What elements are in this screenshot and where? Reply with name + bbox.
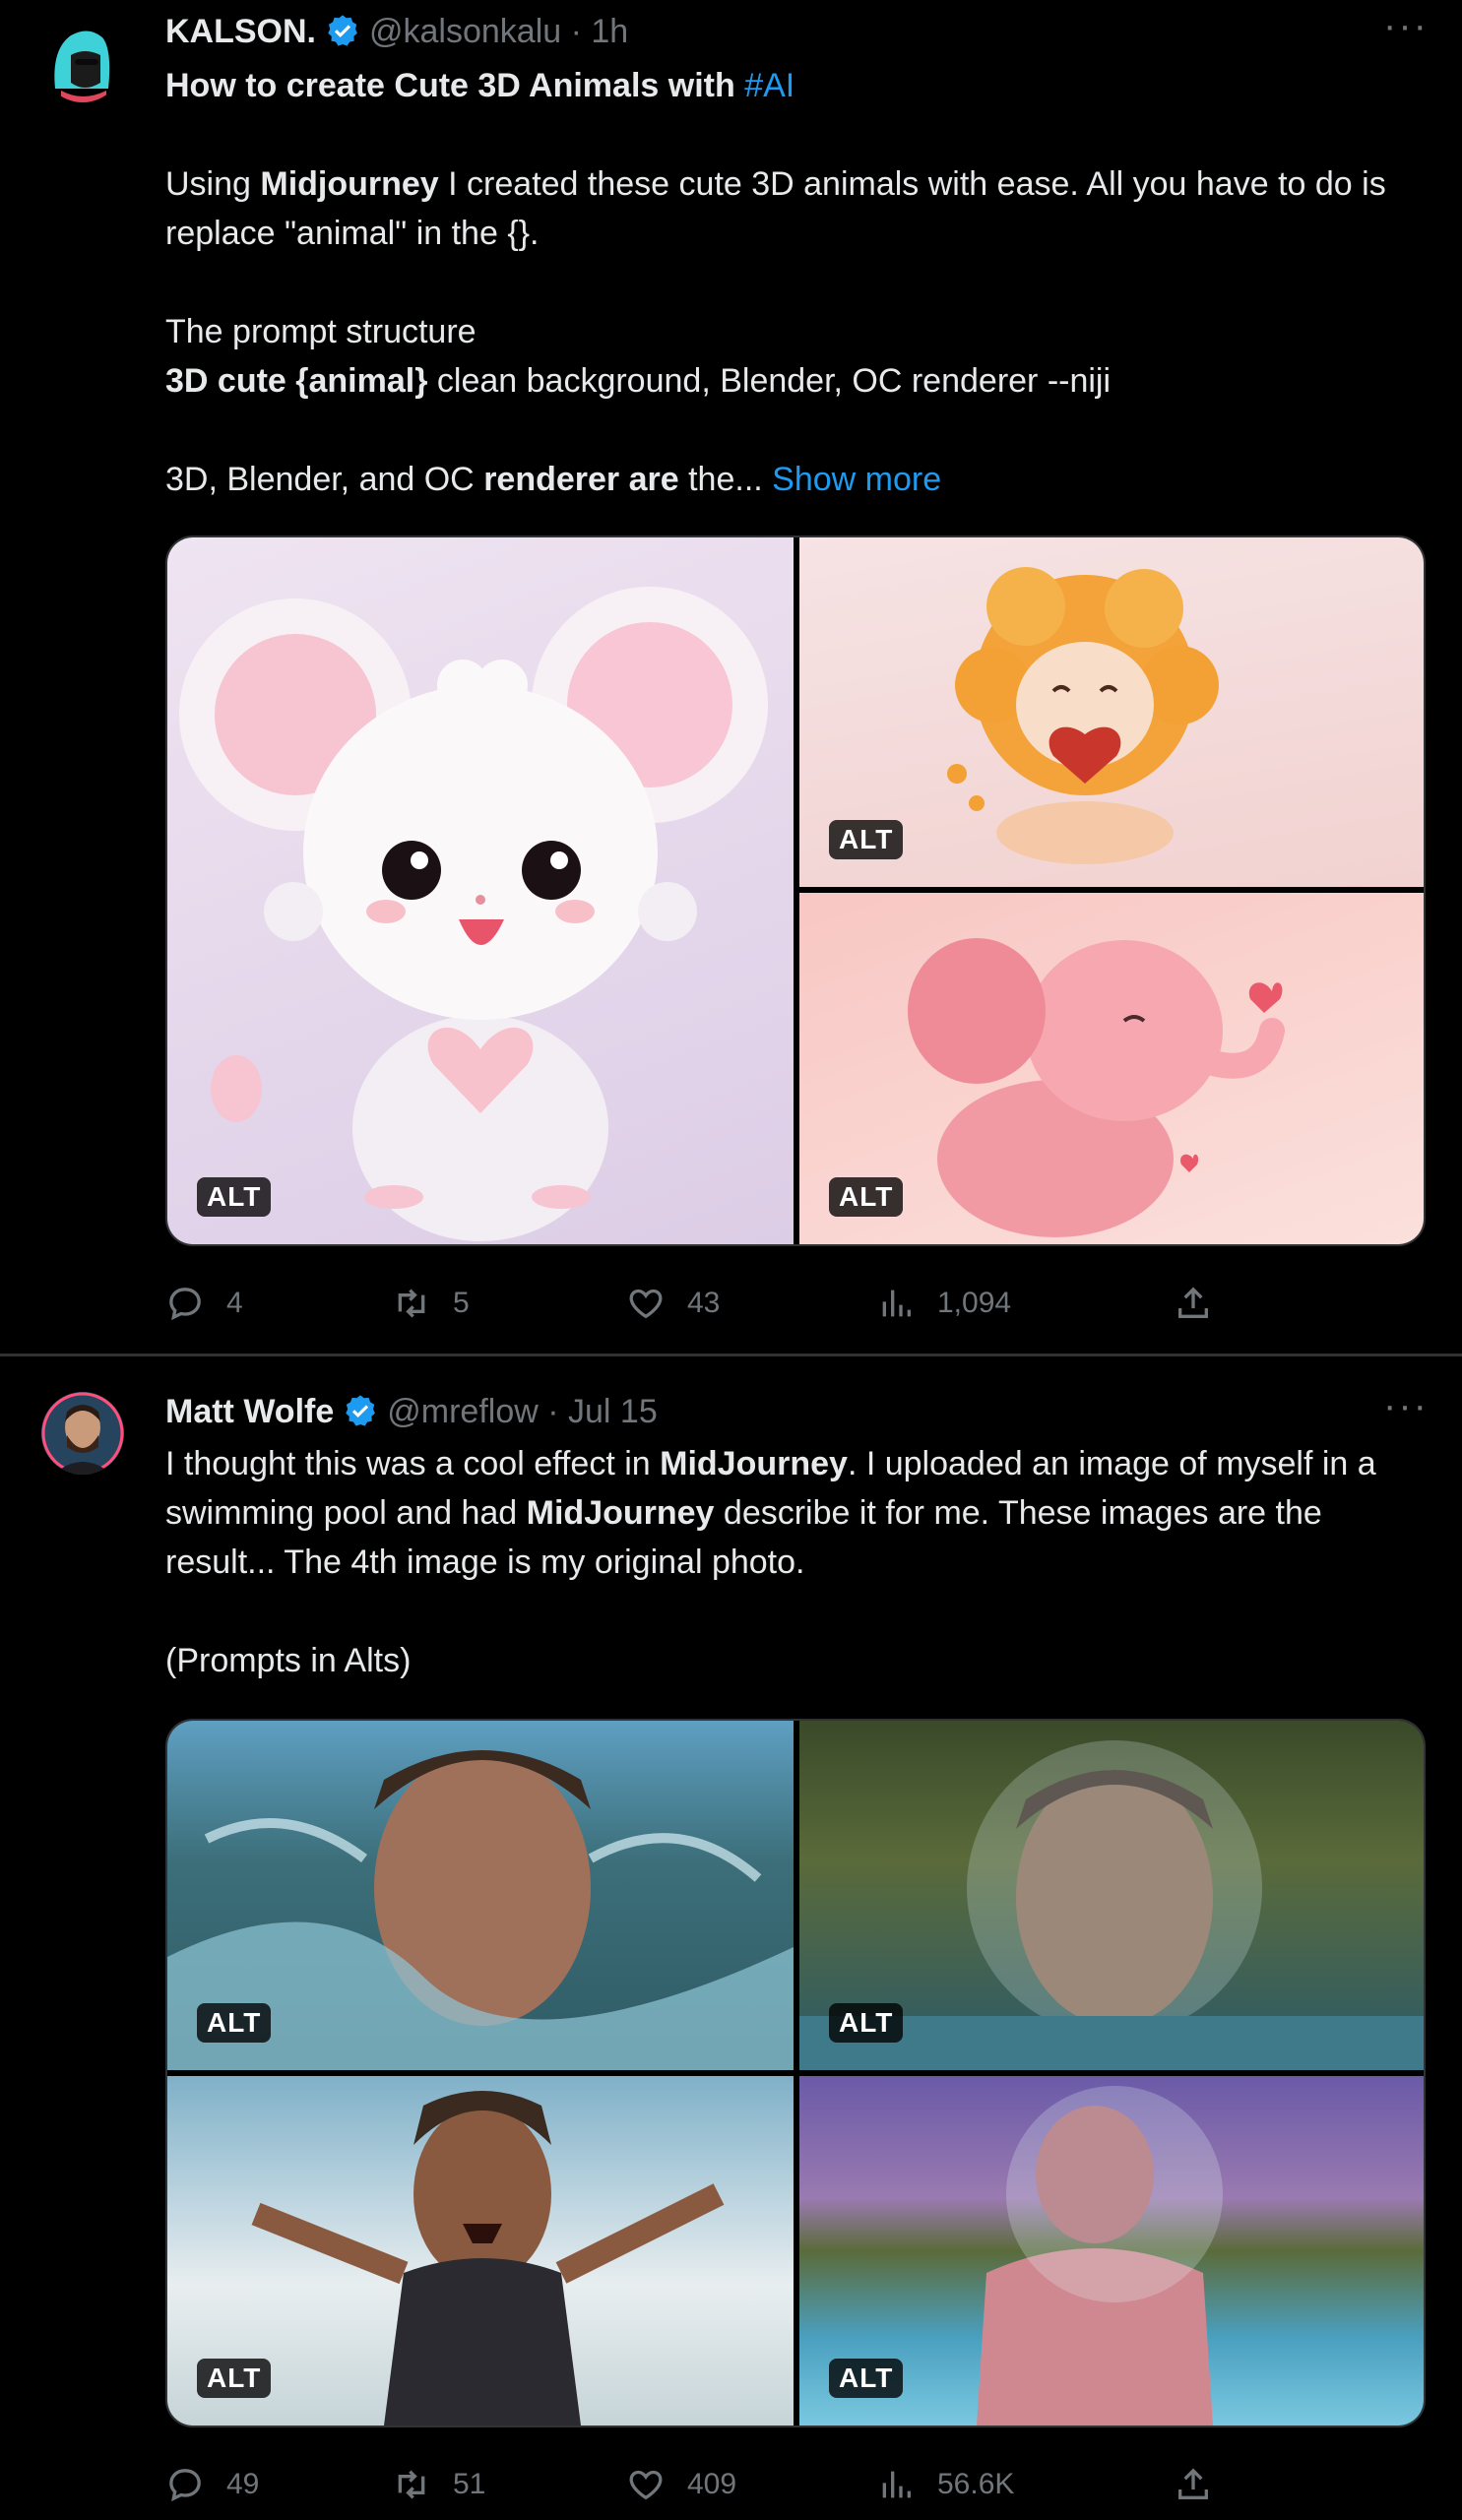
- retweet-count: 5: [453, 1287, 470, 1319]
- author-name[interactable]: Matt Wolfe: [165, 1393, 334, 1431]
- views-button[interactable]: 1,094: [876, 1284, 1011, 1323]
- reply-count: 4: [226, 1287, 243, 1319]
- like-icon: [629, 2470, 663, 2500]
- verified-badge-icon: [346, 1395, 376, 1426]
- alt-badge[interactable]: ALT: [829, 820, 904, 859]
- tweet-kalson[interactable]: KALSON. @kalsonkalu · 1h ··· How to crea…: [0, 0, 1462, 1354]
- more-icon[interactable]: ···: [1383, 1386, 1429, 1425]
- tweet-actions: 49 51 409 56.6K: [165, 2457, 1396, 2512]
- view-count: 56.6K: [937, 2468, 1015, 2500]
- image-mouse[interactable]: ALT: [167, 537, 794, 1244]
- views-icon: [882, 2471, 911, 2498]
- alt-badge[interactable]: ALT: [197, 1177, 272, 1217]
- image-lion[interactable]: ALT: [799, 537, 1424, 887]
- reply-button[interactable]: 49: [165, 2465, 259, 2504]
- tweet-text: I thought this was a cool effect in MidJ…: [165, 1445, 1376, 1679]
- share-button[interactable]: [1174, 1284, 1235, 1323]
- tweet-actions: 4 5 43 1,094: [165, 1276, 1396, 1331]
- views-button[interactable]: 56.6K: [876, 2465, 1014, 2504]
- tweet-header: Matt Wolfe @mreflow · Jul 15: [165, 1390, 658, 1433]
- like-count: 409: [687, 2468, 737, 2500]
- alt-badge[interactable]: ALT: [197, 2003, 272, 2043]
- author-name[interactable]: KALSON.: [165, 13, 316, 51]
- alt-badge[interactable]: ALT: [197, 2359, 272, 2398]
- like-count: 43: [687, 1287, 721, 1319]
- retweet-button[interactable]: 51: [392, 2465, 485, 2504]
- like-button[interactable]: 43: [626, 1284, 720, 1323]
- tweet-text: How to create Cute 3D Animals with #AI U…: [165, 67, 1386, 498]
- share-button[interactable]: [1174, 2465, 1235, 2504]
- like-icon: [629, 1289, 663, 1319]
- retweet-icon: [398, 2470, 425, 2499]
- author-handle[interactable]: @kalsonkalu · 1h: [369, 13, 628, 51]
- media-grid: ALT ALT ALT: [165, 536, 1426, 1246]
- verified-badge-icon: [328, 15, 357, 46]
- image-pool-3[interactable]: ALT: [167, 2076, 794, 2426]
- alt-badge[interactable]: ALT: [829, 1177, 904, 1217]
- image-pool-1[interactable]: ALT: [167, 1721, 794, 2070]
- alt-badge[interactable]: ALT: [829, 2359, 904, 2398]
- reply-icon: [169, 2469, 201, 2502]
- tweet-mattwolfe[interactable]: Matt Wolfe @mreflow · Jul 15 ··· I thoug…: [0, 1356, 1462, 2520]
- author-handle[interactable]: @mreflow · Jul 15: [387, 1393, 657, 1431]
- share-icon: [1178, 2468, 1208, 2499]
- avatar[interactable]: [41, 1392, 124, 1475]
- avatar[interactable]: [41, 20, 124, 102]
- media-grid: ALT ALT ALT ALT: [165, 1719, 1426, 2427]
- retweet-count: 51: [453, 2468, 486, 2500]
- image-elephant[interactable]: ALT: [799, 893, 1424, 1244]
- more-icon[interactable]: ···: [1383, 6, 1429, 45]
- image-pool-4[interactable]: ALT: [799, 2076, 1424, 2426]
- image-pool-2[interactable]: ALT: [799, 1721, 1424, 2070]
- retweet-icon: [398, 1289, 425, 1318]
- alt-badge[interactable]: ALT: [829, 2003, 904, 2043]
- reply-button[interactable]: 4: [165, 1284, 243, 1323]
- retweet-button[interactable]: 5: [392, 1284, 470, 1323]
- like-button[interactable]: 409: [626, 2465, 736, 2504]
- reply-icon: [169, 1288, 201, 1321]
- view-count: 1,094: [937, 1287, 1012, 1319]
- views-icon: [882, 1290, 911, 1317]
- share-icon: [1178, 1287, 1208, 1318]
- tweet-header: KALSON. @kalsonkalu · 1h: [165, 10, 628, 53]
- reply-count: 49: [226, 2468, 260, 2500]
- hashtag-link[interactable]: #AI: [744, 67, 795, 104]
- show-more-link[interactable]: Show more: [772, 461, 941, 498]
